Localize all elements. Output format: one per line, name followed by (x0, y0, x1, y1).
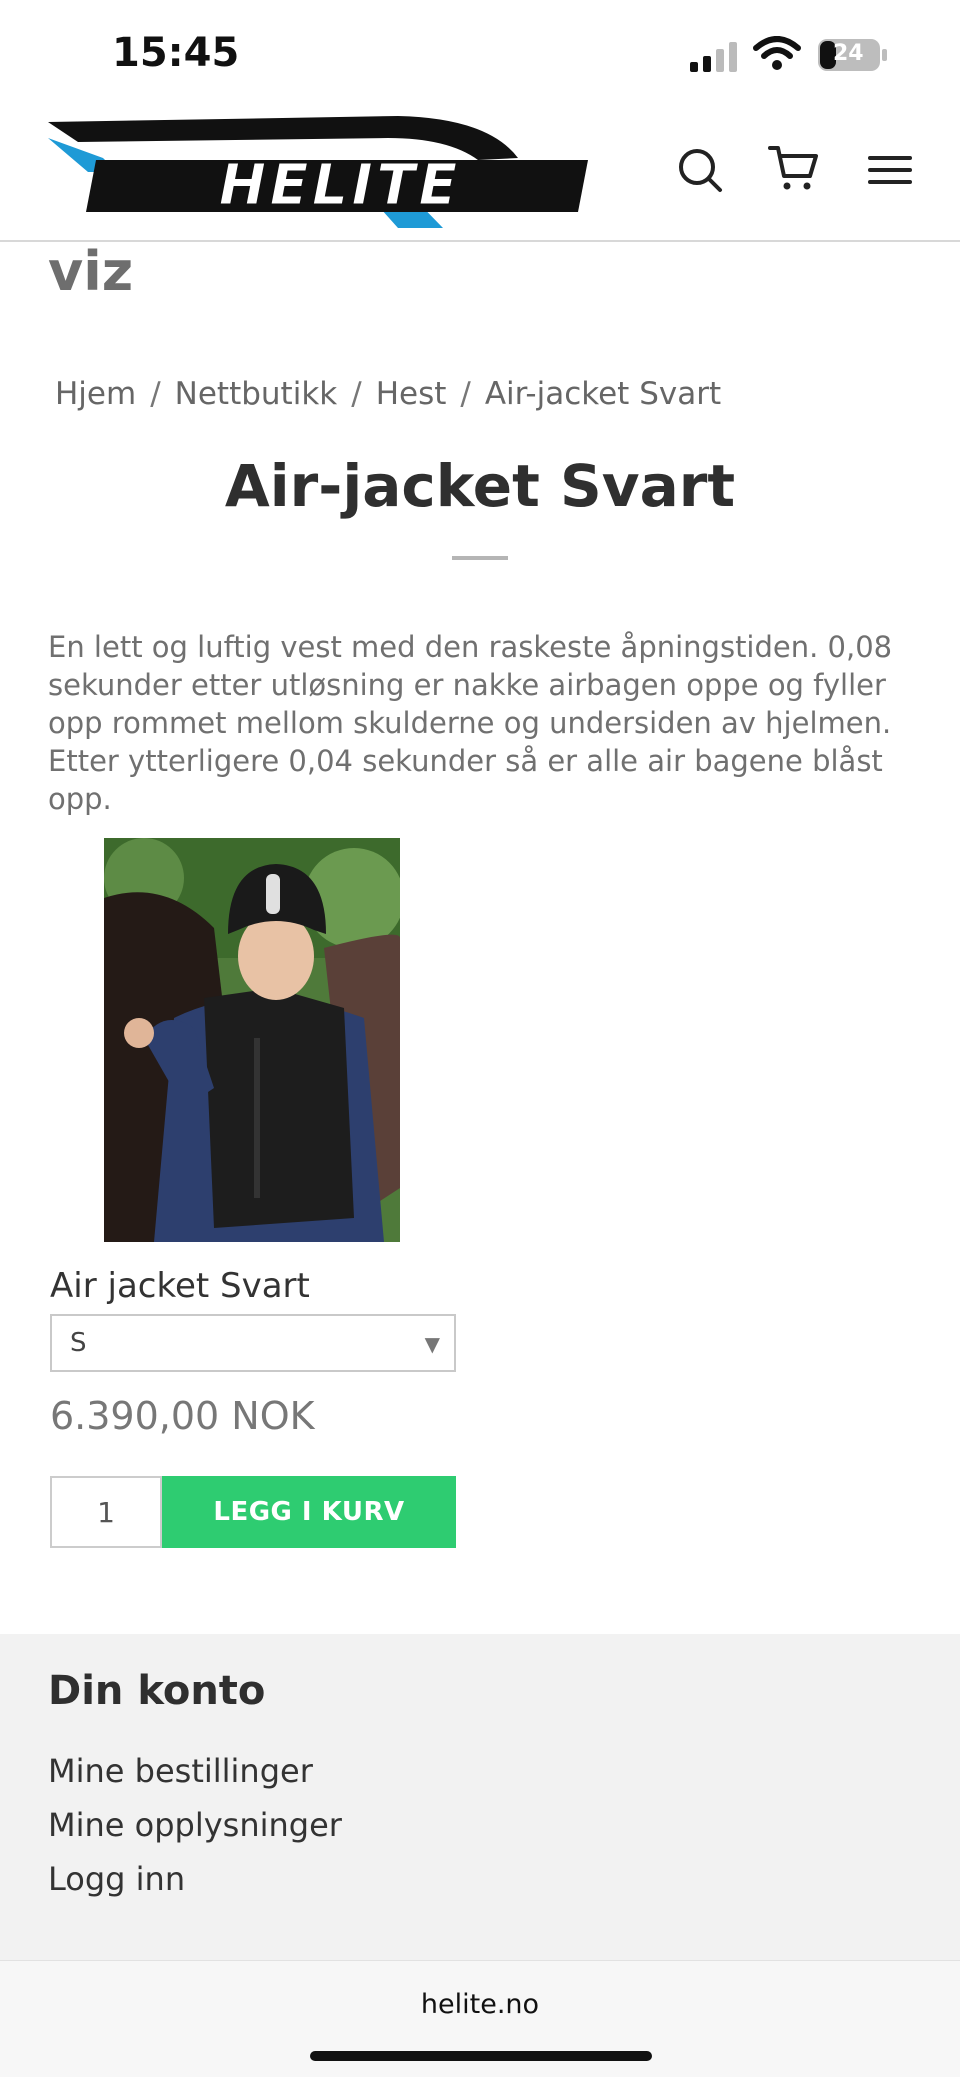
breadcrumb-home[interactable]: Hjem (55, 376, 136, 412)
quantity-input[interactable] (50, 1476, 162, 1548)
menu-icon[interactable] (862, 142, 918, 198)
product-description: En lett og luftig vest med den raskeste … (48, 630, 893, 816)
breadcrumb-horse[interactable]: Hest (376, 376, 447, 412)
url-text[interactable]: helite.no (0, 1989, 960, 2020)
viz-text: viz (48, 240, 134, 303)
cart-icon[interactable] (766, 142, 822, 198)
link-my-orders[interactable]: Mine bestillinger (48, 1752, 313, 1790)
account-section: Din konto Mine bestillinger Mine opplysn… (0, 1634, 960, 1960)
breadcrumb-current: Air-jacket Svart (484, 376, 722, 412)
chevron-down-icon: ▼ (424, 1332, 440, 1356)
add-to-cart-button[interactable]: LEGG I KURV (162, 1476, 456, 1548)
link-login[interactable]: Logg inn (48, 1860, 185, 1898)
breadcrumb-shop[interactable]: Nettbutikk (175, 376, 338, 412)
account-title: Din konto (48, 1668, 266, 1714)
browser-url-bar[interactable]: helite.no (0, 1960, 960, 2077)
home-indicator (310, 2051, 652, 2061)
title-divider (452, 556, 508, 560)
product-price: 6.390,00 NOK (50, 1394, 315, 1438)
size-select[interactable]: S ▼ (50, 1314, 456, 1372)
link-my-details[interactable]: Mine opplysninger (48, 1806, 342, 1844)
status-time: 15:45 (112, 30, 240, 76)
status-bar: 15:45 24 (0, 0, 960, 100)
helite-logo[interactable]: HELITE (48, 108, 592, 232)
site-header: HELITE (0, 100, 960, 242)
size-select-value: S (70, 1328, 87, 1358)
signal-icon (690, 42, 737, 72)
search-icon[interactable] (672, 142, 728, 198)
page-title: Air-jacket Svart (224, 452, 736, 520)
wifi-icon (753, 36, 801, 70)
svg-text:HELITE: HELITE (219, 153, 461, 218)
breadcrumb-separator: / (150, 376, 161, 412)
variant-label: Air jacket Svart (50, 1266, 310, 1306)
product-image[interactable] (104, 838, 400, 1242)
battery-icon: 24 (817, 38, 889, 72)
breadcrumb: Hjem / Nettbutikk / Hest / Air-jacket Svart (55, 376, 721, 412)
breadcrumb-separator: / (460, 376, 471, 412)
breadcrumb-separator: / (351, 376, 362, 412)
battery-level: 24 (833, 41, 864, 66)
